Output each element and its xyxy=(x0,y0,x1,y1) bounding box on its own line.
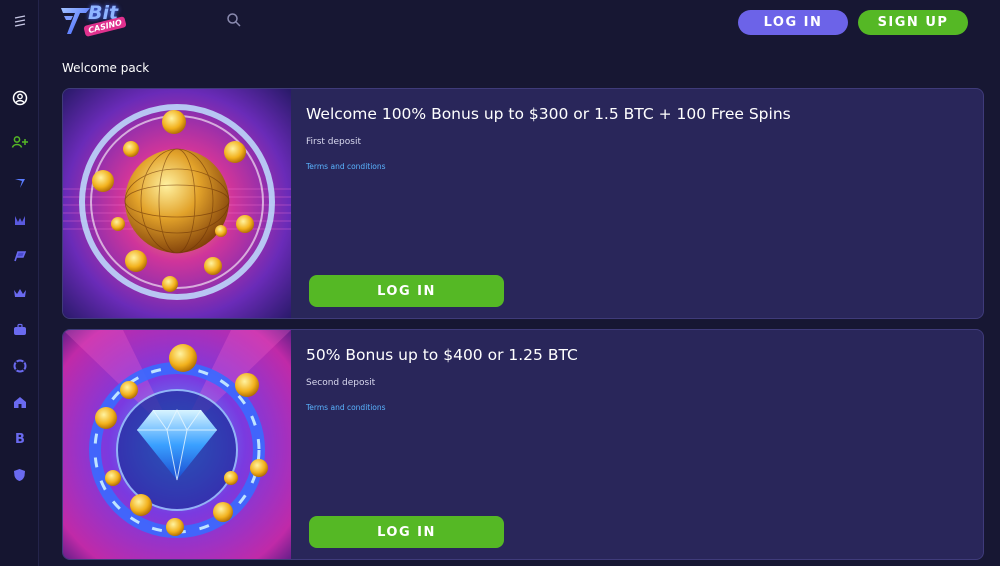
disco-ball-promo-image xyxy=(63,89,291,318)
user-circle-icon[interactable] xyxy=(0,83,39,113)
lifebuoy-icon[interactable] xyxy=(0,351,39,381)
offer-login-button[interactable]: LOG IN xyxy=(309,516,504,548)
flags-icon[interactable] xyxy=(0,241,39,271)
offer-card-second-deposit: 50% Bonus up to $400 or 1.25 BTC Second … xyxy=(62,329,984,560)
offer-title: Welcome 100% Bonus up to $300 or 1.5 BTC… xyxy=(306,105,791,123)
offer-card-first-deposit: Welcome 100% Bonus up to $300 or 1.5 BTC… xyxy=(62,88,984,319)
sidebar: B xyxy=(0,0,39,566)
offer-subtitle: Second deposit xyxy=(306,378,376,388)
crown-icon[interactable] xyxy=(0,278,39,308)
add-user-icon[interactable] xyxy=(0,127,39,157)
header-signup-button[interactable]: SIGN UP xyxy=(858,10,968,35)
search-icon[interactable] xyxy=(226,12,242,28)
diamond-promo-image xyxy=(63,330,291,559)
terms-link[interactable]: Terms and conditions xyxy=(306,162,386,171)
home-icon[interactable] xyxy=(0,387,39,417)
terms-link[interactable]: Terms and conditions xyxy=(306,403,386,412)
header-login-button[interactable]: LOG IN xyxy=(738,10,848,35)
menu-icon[interactable] xyxy=(0,6,39,36)
offer-title: 50% Bonus up to $400 or 1.25 BTC xyxy=(306,346,578,364)
shield-icon[interactable] xyxy=(0,460,39,490)
bitcasino-logo-icon[interactable] xyxy=(0,168,39,198)
section-title: Welcome pack xyxy=(62,61,150,75)
header: Bit CASINO LOG IN SIGN UP xyxy=(40,0,1000,44)
bitcasino-logo[interactable]: Bit CASINO xyxy=(60,2,130,42)
svg-text:B: B xyxy=(15,432,25,445)
cards-icon[interactable] xyxy=(0,205,39,235)
briefcase-icon[interactable] xyxy=(0,314,39,344)
offer-login-button[interactable]: LOG IN xyxy=(309,275,504,307)
bitcoin-icon[interactable]: B xyxy=(0,423,39,453)
offer-subtitle: First deposit xyxy=(306,137,361,147)
